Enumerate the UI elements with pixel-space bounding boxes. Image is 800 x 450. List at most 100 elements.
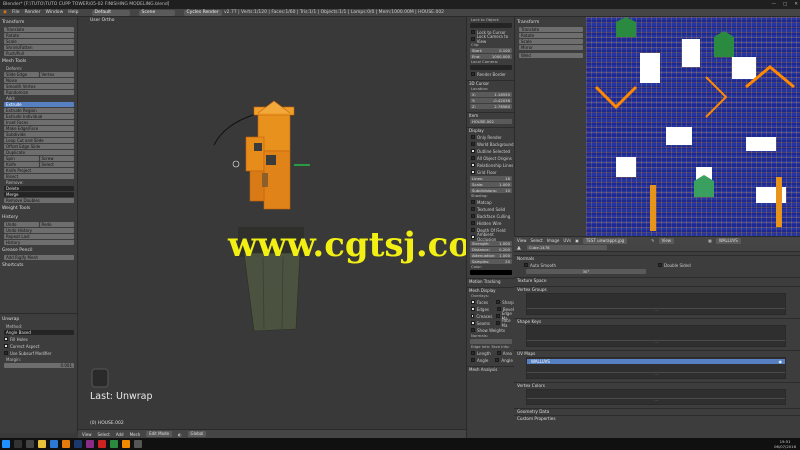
extrude-region-button[interactable]: Extrude Region <box>4 108 74 113</box>
subdivide-button[interactable]: Subdivide <box>4 132 74 137</box>
all-origins-checkbox[interactable]: All Object Origins <box>467 155 514 161</box>
close-icon[interactable]: ✕ <box>794 0 798 9</box>
blender-logo-icon[interactable]: ◉ <box>3 10 7 15</box>
system-clock[interactable]: 19:51 06/07/2016 <box>774 439 796 449</box>
vertex-groups-list[interactable]: ⋯ <box>526 293 786 315</box>
smooth-vertex-button[interactable]: Smooth Vertex <box>4 84 74 89</box>
menu-render[interactable]: Render <box>24 10 40 15</box>
checkbox-icon[interactable] <box>658 263 662 267</box>
vertex-colors-list[interactable]: ⋯ <box>526 389 786 405</box>
offset-edge-slide-button[interactable]: Offset Edge Slide <box>4 144 74 149</box>
uvmap-icon[interactable]: ▦ <box>708 238 712 243</box>
method-dropdown[interactable]: Angle Based <box>4 330 74 335</box>
list-resize-handle[interactable]: ⋯ <box>527 398 785 403</box>
uv-texture-canvas[interactable] <box>586 17 800 236</box>
shortcuts-header[interactable]: Shortcuts <box>0 262 77 269</box>
randomize-button[interactable]: Randomize <box>4 90 74 95</box>
vertex-groups-header[interactable]: Vertex Groups <box>514 286 800 292</box>
slide-edge-button[interactable]: Slide Edge <box>4 72 39 77</box>
pivot-selector[interactable]: Global <box>187 431 207 437</box>
texture-space-header[interactable]: Texture Space <box>514 277 800 283</box>
world-bg-checkbox[interactable]: World Background <box>467 141 514 147</box>
menu-file[interactable]: File <box>12 10 20 15</box>
uv-transform-header[interactable]: Transform <box>515 19 586 26</box>
motion-tracking-header[interactable]: Motion Tracking <box>467 278 514 284</box>
view-menu[interactable]: View <box>82 432 92 437</box>
scene-canvas[interactable] <box>78 17 466 429</box>
checkbox-icon[interactable] <box>471 142 475 146</box>
mode-selector[interactable]: Edit Mode <box>146 431 173 437</box>
grease-pencil-header[interactable]: Grease Pencil <box>0 247 77 254</box>
vlc-icon[interactable] <box>122 440 130 448</box>
uv-scale-button[interactable]: Scale <box>519 39 583 44</box>
inset-faces-button[interactable]: Inset Faces <box>4 120 74 125</box>
add-rigify-button[interactable]: Add Rigify Mesh <box>4 255 74 260</box>
repeat-history-button[interactable]: History <box>4 240 74 245</box>
uv-image-menu[interactable]: Image <box>547 238 560 243</box>
checkbox-icon[interactable] <box>4 351 8 355</box>
explorer-icon[interactable] <box>38 440 46 448</box>
render-border-checkbox[interactable]: Render Border <box>467 71 514 77</box>
duplicate-button[interactable]: Duplicate <box>4 150 74 155</box>
loop-cut-button[interactable]: Loop Cut and Slide <box>4 138 74 143</box>
remove-doubles-button[interactable]: Remove Doubles <box>4 198 74 203</box>
checkbox-icon[interactable] <box>471 156 475 160</box>
seams-row[interactable]: Seams Face Ma <box>467 318 514 328</box>
correct-aspect-checkbox[interactable]: Correct Aspect <box>0 343 77 349</box>
local-camera-field[interactable] <box>470 65 512 70</box>
uvs-menu[interactable]: UVs <box>563 238 571 243</box>
repeat-last-button[interactable]: Repeat Last <box>4 234 74 239</box>
app-icon[interactable] <box>134 440 142 448</box>
redo-button[interactable]: Redo <box>39 222 74 227</box>
subsurf-checkbox[interactable]: Use Subsurf Modifier <box>0 350 77 356</box>
cursor-z-field[interactable]: Z: 2.78580 <box>470 104 512 109</box>
make-edge-face-button[interactable]: Make Edge/Face <box>4 126 74 131</box>
textured-solid-checkbox[interactable]: Textured Solid <box>467 206 514 212</box>
uv-weld-button[interactable]: Weld <box>519 53 583 58</box>
clip-start-field[interactable]: Start: 0.100 <box>470 48 512 53</box>
slide-vertex-button[interactable]: Vertex <box>39 72 74 77</box>
menu-window[interactable]: Window <box>46 10 64 15</box>
unwrap-header[interactable]: Unwrap <box>0 316 77 323</box>
checkbox-icon[interactable] <box>471 135 475 139</box>
backface-checkbox[interactable]: Backface Culling <box>467 213 514 219</box>
knife-select-button[interactable]: Select <box>39 162 74 167</box>
checkbox-icon[interactable] <box>495 321 500 325</box>
uv-mirror-button[interactable]: Mirror <box>519 45 583 50</box>
only-render-checkbox[interactable]: Only Render <box>467 134 514 140</box>
layout-selector[interactable]: Default <box>91 9 130 16</box>
normals-panel-header[interactable]: Normals <box>514 255 800 261</box>
angle-row[interactable]: Angle Angle <box>467 357 514 363</box>
color-swatch[interactable] <box>470 270 512 275</box>
checkbox-icon[interactable] <box>471 321 475 325</box>
browser-icon[interactable] <box>50 440 58 448</box>
app-icon[interactable] <box>98 440 106 448</box>
transform-panel-header[interactable]: Transform <box>0 19 77 26</box>
checkbox-icon[interactable] <box>471 228 475 232</box>
translate-button[interactable]: Translate <box>4 27 74 32</box>
grid-scale-field[interactable]: Scale: 1.000 <box>470 182 512 187</box>
extrude-individual-button[interactable]: Extrude Individual <box>4 114 74 119</box>
pin-icon[interactable]: ✎ <box>651 238 654 243</box>
push-pull-button[interactable]: Push/Pull <box>4 51 74 56</box>
camera-icon[interactable]: ◉ <box>779 359 783 364</box>
search-icon[interactable] <box>14 440 22 448</box>
windows-start-icon[interactable] <box>2 440 10 448</box>
checkbox-icon[interactable] <box>496 300 501 304</box>
knife-project-button[interactable]: Knife Project <box>4 168 74 173</box>
vertex-colors-header[interactable]: Vertex Colors <box>514 382 800 388</box>
checkbox-icon[interactable] <box>471 328 475 332</box>
house-mesh[interactable] <box>245 100 295 210</box>
relationship-checkbox[interactable]: Relationship Lines <box>467 162 514 168</box>
undo-button[interactable]: Undo <box>4 222 39 227</box>
checkbox-icon[interactable] <box>471 163 475 167</box>
lines-field[interactable]: Lines: 16 <box>470 176 512 181</box>
outline-selected-checkbox[interactable]: Outline Selected <box>467 148 514 154</box>
add-menu[interactable]: Add <box>116 432 124 437</box>
item-header[interactable]: Item <box>467 112 514 118</box>
lock-object-field[interactable] <box>470 23 512 28</box>
checkbox-icon[interactable] <box>471 221 475 225</box>
length-area-row[interactable]: Length Area <box>467 350 514 356</box>
checkbox-icon[interactable] <box>471 30 475 34</box>
menu-help[interactable]: Help <box>68 10 78 15</box>
